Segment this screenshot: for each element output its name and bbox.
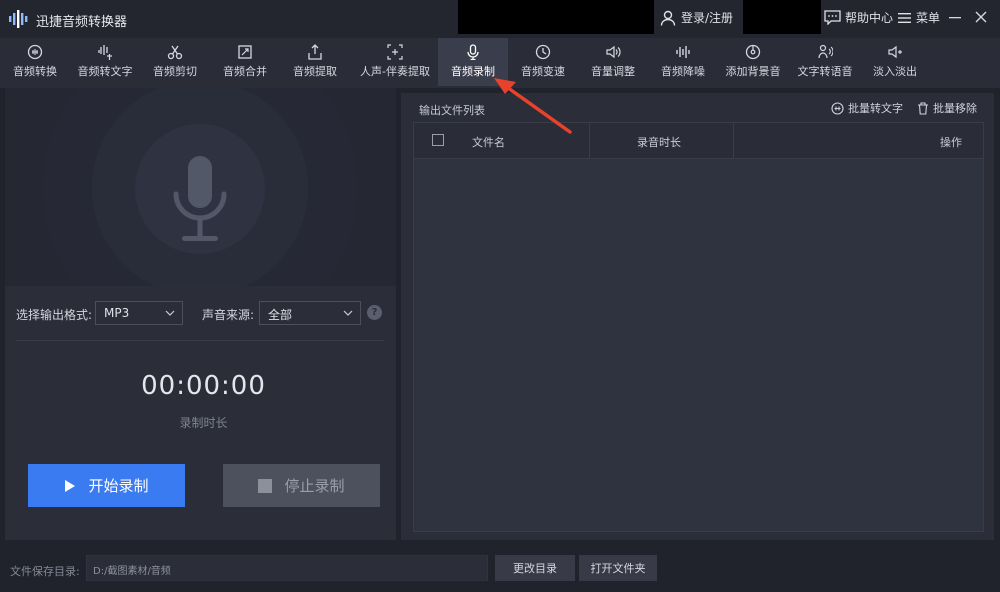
- tool-noise-reduction[interactable]: 音频降噪: [648, 38, 718, 86]
- tool-label: 人声-伴奏提取: [360, 65, 430, 78]
- column-divider: [733, 123, 734, 159]
- help-center-button[interactable]: 帮助中心: [824, 9, 893, 26]
- tool-label: 音频合并: [223, 65, 267, 78]
- start-recording-button[interactable]: 开始录制: [28, 464, 185, 507]
- start-label: 开始录制: [88, 477, 149, 495]
- help-label: 帮助中心: [845, 11, 894, 25]
- source-label: 声音来源:: [202, 308, 255, 322]
- column-header-actions: 操作: [940, 136, 962, 149]
- output-file-table: 文件名 录音时长 操作: [413, 122, 984, 532]
- chevron-down-icon: [165, 310, 175, 316]
- tool-label: 淡入淡出: [873, 65, 917, 78]
- merge-icon: [238, 45, 252, 59]
- footer-bar: 文件保存目录: D:/截图素材/音频 更改目录 打开文件夹: [0, 540, 1000, 592]
- login-button[interactable]: 登录/注册: [660, 9, 733, 26]
- transcribe-icon: [831, 101, 844, 115]
- tool-label: 音频录制: [451, 65, 495, 78]
- stop-icon: [258, 478, 273, 493]
- tool-label: 音频剪切: [153, 65, 197, 78]
- login-label: 登录/注册: [681, 11, 734, 25]
- timer-label: 录制时长: [179, 416, 228, 430]
- format-label: 选择输出格式:: [16, 308, 93, 322]
- tool-label: 音频提取: [293, 65, 337, 78]
- tool-audio-convert[interactable]: 音频转换: [0, 38, 70, 86]
- disc-icon: [745, 44, 761, 60]
- column-header-duration: 录音时长: [637, 136, 681, 149]
- microphone-visual: [5, 88, 396, 286]
- open-folder-button[interactable]: 打开文件夹: [579, 555, 657, 581]
- tool-audio-cut[interactable]: 音频剪切: [140, 38, 210, 86]
- change-dir-button[interactable]: 更改目录: [495, 555, 575, 581]
- tool-fade-in-out[interactable]: 淡入淡出: [860, 38, 930, 86]
- tool-background-music[interactable]: 添加背景音: [718, 38, 788, 86]
- column-header-filename: 文件名: [472, 136, 505, 149]
- tool-audio-to-text[interactable]: 音频转文字: [70, 38, 140, 86]
- volume-icon: [606, 45, 621, 59]
- annotation-arrow: [494, 78, 572, 134]
- tool-label: 音频降噪: [661, 65, 705, 78]
- trash-icon: [918, 101, 928, 115]
- select-all-checkbox[interactable]: [432, 134, 444, 146]
- format-value: MP3: [104, 306, 130, 320]
- extract-icon: [308, 44, 322, 60]
- stop-recording-button[interactable]: 停止录制: [223, 464, 380, 507]
- chat-bubble-icon: [824, 10, 841, 25]
- chevron-down-icon: [343, 310, 353, 316]
- play-icon: [65, 479, 76, 492]
- stop-label: 停止录制: [284, 477, 345, 495]
- tool-audio-merge[interactable]: 音频合并: [210, 38, 280, 86]
- recording-options: 选择输出格式: MP3 声音来源: 全部 ?: [16, 301, 386, 325]
- tool-text-to-speech[interactable]: 文字转语音: [790, 38, 860, 86]
- batch-text-label: 批量转文字: [848, 102, 903, 115]
- tool-audio-extract[interactable]: 音频提取: [280, 38, 350, 86]
- app-logo-icon: [9, 10, 28, 28]
- fade-icon: [888, 45, 902, 59]
- save-dir-input[interactable]: D:/截图素材/音频: [86, 555, 488, 581]
- save-dir-label: 文件保存目录:: [10, 565, 80, 578]
- tool-label: 音频转文字: [77, 65, 133, 78]
- divider: [16, 340, 384, 341]
- tool-label: 音频转换: [13, 65, 57, 78]
- tool-label: 添加背景音: [725, 65, 781, 78]
- minimize-icon[interactable]: [948, 10, 962, 24]
- source-select[interactable]: 全部: [259, 301, 361, 325]
- vocal-extract-icon: [387, 44, 403, 60]
- recording-timer: 00:00:00: [141, 371, 266, 401]
- user-icon: [660, 10, 676, 26]
- column-divider: [589, 123, 590, 159]
- tool-volume-adjust[interactable]: 音量调整: [578, 38, 648, 86]
- batch-remove-button[interactable]: 批量移除: [917, 100, 977, 116]
- hamburger-icon: [898, 12, 911, 23]
- batch-remove-label: 批量移除: [933, 102, 977, 115]
- source-value: 全部: [268, 308, 293, 322]
- output-list-title: 输出文件列表: [419, 104, 485, 117]
- help-question-icon[interactable]: ?: [367, 305, 382, 320]
- output-file-panel: 输出文件列表 批量转文字 批量移除 文件名 录音时长 操作: [401, 93, 994, 540]
- tool-label: 文字转语音: [797, 65, 853, 78]
- audio-to-text-icon: [98, 45, 112, 60]
- text-speech-icon: [818, 44, 833, 59]
- microphone-icon: [467, 44, 479, 60]
- clock-icon: [535, 44, 551, 60]
- redacted-area: [743, 0, 821, 34]
- batch-to-text-button[interactable]: 批量转文字: [831, 100, 903, 116]
- recording-panel: 选择输出格式: MP3 声音来源: 全部 ? 00:00:00 录制时长 开始录…: [5, 88, 396, 540]
- waveform-icon: [676, 46, 690, 58]
- title-bar: 迅捷音频转换器 登录/注册 帮助中心 菜单: [0, 0, 1000, 38]
- large-microphone-icon: [173, 156, 227, 241]
- scissors-icon: [167, 45, 183, 60]
- tool-label: 音量调整: [591, 65, 635, 78]
- menu-button[interactable]: 菜单: [898, 9, 940, 26]
- audio-convert-icon: [27, 44, 43, 60]
- app-title: 迅捷音频转换器: [36, 15, 128, 30]
- menu-label: 菜单: [916, 11, 941, 25]
- close-icon[interactable]: [974, 10, 988, 24]
- tool-vocal-extract[interactable]: 人声-伴奏提取: [352, 38, 438, 86]
- format-select[interactable]: MP3: [95, 301, 183, 325]
- redacted-area: [458, 0, 654, 34]
